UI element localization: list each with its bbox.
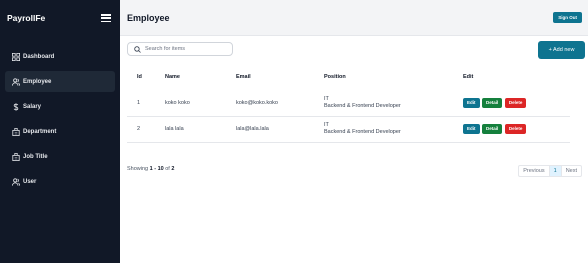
building-icon bbox=[11, 152, 20, 161]
employee-table: Id Name Email Position Edit 1 koko koko … bbox=[127, 72, 570, 143]
cell-email: lala@lala.lala bbox=[236, 116, 324, 143]
delete-button[interactable]: Delete bbox=[504, 124, 527, 134]
column-header-position: Position bbox=[324, 73, 346, 80]
table-row: 1 koko koko koko@koko.koko IT Backend & … bbox=[127, 90, 570, 117]
sidebar-item-employee[interactable]: Employee bbox=[5, 71, 115, 92]
building-icon bbox=[11, 127, 20, 136]
pagination-page-button[interactable]: 1 bbox=[548, 166, 562, 176]
search-box[interactable] bbox=[127, 42, 233, 56]
column-header-edit: Edit bbox=[463, 73, 474, 80]
sidebar-item-label: Salary bbox=[23, 103, 42, 110]
sidebar: PayrollFe Dashboard Employee Salary Depa… bbox=[0, 0, 120, 263]
detail-button[interactable]: Detail bbox=[482, 97, 503, 108]
cell-id: 2 bbox=[127, 116, 165, 143]
showing-prefix: Showing bbox=[127, 166, 150, 172]
sidebar-nav: Dashboard Employee Salary Department Job… bbox=[0, 46, 120, 192]
grid-icon bbox=[11, 52, 20, 61]
showing-total: 2 bbox=[171, 166, 175, 172]
cell-email: koko@koko.koko bbox=[236, 90, 324, 117]
table-footer-summary: Showing 1 - 10 of 2 bbox=[127, 166, 174, 172]
showing-range: 1 - 10 bbox=[149, 166, 164, 172]
position-title: Backend & Frontend Developer bbox=[324, 129, 401, 135]
edit-button[interactable]: Edit bbox=[463, 97, 480, 108]
cell-position: IT Backend & Frontend Developer bbox=[324, 116, 463, 143]
add-new-button[interactable]: + Add new bbox=[538, 41, 585, 59]
sidebar-item-salary[interactable]: Salary bbox=[5, 96, 115, 117]
cell-actions: Edit Detail Delete bbox=[463, 90, 570, 117]
column-header-id: Id bbox=[137, 73, 142, 80]
delete-button[interactable]: Delete bbox=[504, 97, 527, 108]
position-department: IT bbox=[324, 95, 329, 102]
column-header-name: Name bbox=[165, 73, 180, 80]
sidebar-item-label: Employee bbox=[23, 78, 52, 85]
search-icon bbox=[134, 45, 141, 53]
cell-id: 1 bbox=[127, 90, 165, 117]
sidebar-item-dashboard[interactable]: Dashboard bbox=[5, 46, 115, 67]
detail-button[interactable]: Detail bbox=[482, 124, 503, 134]
table-row: 2 lala lala lala@lala.lala IT Backend & … bbox=[127, 116, 570, 143]
pagination-next-button[interactable]: Next bbox=[562, 166, 581, 176]
cell-actions: Edit Detail Delete bbox=[463, 116, 570, 143]
menu-toggle-icon[interactable] bbox=[101, 14, 111, 22]
users-icon bbox=[11, 77, 20, 86]
position-title: Backend & Frontend Developer bbox=[324, 102, 401, 109]
sidebar-item-label: Department bbox=[23, 128, 57, 135]
sidebar-item-user[interactable]: User bbox=[5, 171, 115, 192]
sidebar-item-label: Job Title bbox=[23, 153, 48, 160]
pagination-previous-button[interactable]: Previous bbox=[519, 166, 548, 176]
pagination: Previous 1 Next bbox=[518, 165, 582, 177]
column-header-email: Email bbox=[236, 73, 251, 80]
users-icon bbox=[11, 177, 20, 186]
cell-name: koko koko bbox=[165, 90, 236, 117]
dollar-icon bbox=[11, 102, 20, 111]
sign-out-button[interactable]: Sign Out bbox=[553, 12, 582, 23]
toolbar: + Add new bbox=[120, 36, 588, 66]
sidebar-item-label: User bbox=[23, 178, 37, 185]
brand-bar: PayrollFe bbox=[0, 0, 120, 36]
sidebar-item-department[interactable]: Department bbox=[5, 121, 115, 142]
cell-position: IT Backend & Frontend Developer bbox=[324, 90, 463, 117]
brand-name: PayrollFe bbox=[7, 13, 46, 23]
page-header: Employee Sign Out bbox=[120, 0, 588, 36]
main-content: Employee Sign Out + Add new Id Name Emai… bbox=[120, 0, 588, 263]
page-title: Employee bbox=[127, 12, 170, 23]
position-department: IT bbox=[324, 122, 329, 128]
sidebar-item-job-title[interactable]: Job Title bbox=[5, 146, 115, 167]
sidebar-item-label: Dashboard bbox=[23, 53, 55, 60]
cell-name: lala lala bbox=[165, 116, 236, 143]
edit-button[interactable]: Edit bbox=[463, 124, 480, 134]
table-header-row: Id Name Email Position Edit bbox=[127, 72, 570, 81]
search-input[interactable] bbox=[145, 46, 225, 52]
